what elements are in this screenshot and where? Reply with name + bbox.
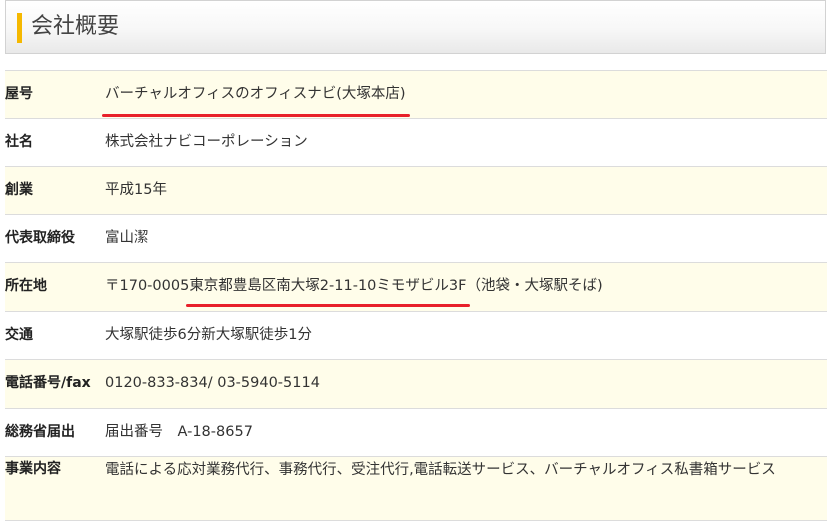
table-row-address: 所在地 〒170-0005東京都豊島区南大塚2-11-10ミモザビル3F（池袋・… — [5, 263, 827, 312]
table-row-phone-fax: 電話番号/fax 0120-833-834/ 03-5940-5114 — [5, 360, 827, 409]
row-value: 平成15年 — [105, 182, 167, 198]
row-label: 代表取締役 — [5, 230, 75, 246]
page-title: 会社概要 — [31, 14, 120, 39]
row-value: 大塚駅徒歩6分新大塚駅徒歩1分 — [105, 327, 312, 343]
row-label: 所在地 — [5, 278, 47, 294]
row-value: 0120-833-834/ 03-5940-5114 — [105, 375, 320, 391]
table-row-business: 事業内容 電話による応対業務代行、事務代行、受注代行,電話転送サービス、バーチャ… — [5, 457, 827, 521]
row-label: 創業 — [5, 182, 33, 198]
row-value: 電話による応対業務代行、事務代行、受注代行,電話転送サービス、バーチャルオフィス… — [105, 462, 776, 478]
row-label: 屋号 — [5, 86, 33, 102]
address-text: 東京都豊島区南大塚2-11-10ミモザビル3F — [186, 273, 471, 307]
trade-name-text: バーチャルオフィスのオフィスナビ(大塚本店) — [102, 81, 410, 117]
row-value: バーチャルオフィスのオフィスナビ(大塚本店) — [102, 81, 813, 117]
row-value: 富山潔 — [105, 230, 149, 246]
table-row-representative: 代表取締役 富山潔 — [5, 215, 827, 263]
table-row-trade-name: 屋号 バーチャルオフィスのオフィスナビ(大塚本店) — [5, 71, 827, 119]
row-label: 社名 — [5, 134, 33, 150]
table-row-founded: 創業 平成15年 — [5, 167, 827, 215]
company-info-table: 屋号 バーチャルオフィスのオフィスナビ(大塚本店) 社名 株式会社ナビコーポレー… — [5, 70, 827, 521]
section-header: 会社概要 — [5, 0, 826, 54]
table-row-access: 交通 大塚駅徒歩6分新大塚駅徒歩1分 — [5, 312, 827, 360]
header-accent-bar — [17, 13, 22, 43]
row-label: 電話番号/fax — [5, 375, 91, 391]
table-row-registration: 総務省届出 届出番号 A-18-8657 — [5, 409, 827, 457]
row-label: 事業内容 — [5, 461, 61, 477]
address-note: （池袋・大塚駅そば) — [466, 278, 603, 294]
table-row-company-name: 社名 株式会社ナビコーポレーション — [5, 119, 827, 167]
row-value: 届出番号 A-18-8657 — [105, 424, 253, 440]
row-value: 株式会社ナビコーポレーション — [105, 134, 308, 150]
postal-code: 〒170-0005 — [105, 278, 190, 294]
row-label: 交通 — [5, 327, 33, 343]
row-label: 総務省届出 — [5, 424, 75, 440]
row-value: 〒170-0005東京都豊島区南大塚2-11-10ミモザビル3F（池袋・大塚駅そ… — [105, 273, 813, 307]
